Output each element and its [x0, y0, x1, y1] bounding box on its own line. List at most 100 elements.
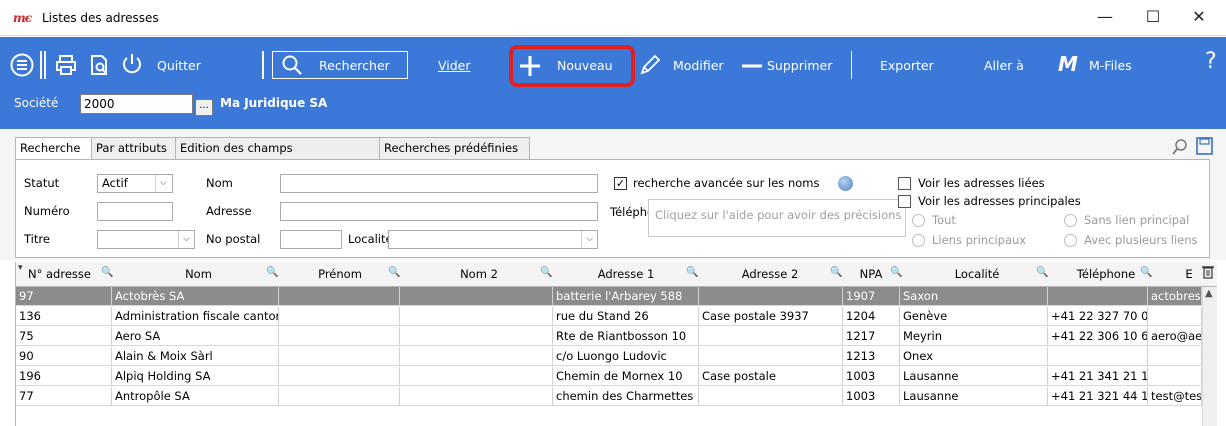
- cell-npa[interactable]: 1213: [843, 347, 900, 366]
- cell-prenom[interactable]: [279, 307, 400, 326]
- filter-icon[interactable]: 🔍: [686, 267, 698, 278]
- cell-nom2[interactable]: [400, 347, 553, 366]
- tab-recherche[interactable]: Recherche: [15, 137, 92, 160]
- localite-select[interactable]: [388, 230, 598, 249]
- cell-email[interactable]: aero@ae: [1148, 327, 1202, 346]
- cell-prenom[interactable]: [279, 287, 400, 306]
- cell-email[interactable]: [1148, 367, 1202, 386]
- cell-adresse2[interactable]: [699, 387, 843, 406]
- cell-adresse2[interactable]: [699, 287, 843, 306]
- radio-no-main-link[interactable]: [1064, 214, 1077, 227]
- zoom-icon[interactable]: [1172, 138, 1188, 159]
- cell-numero[interactable]: 136: [16, 307, 112, 326]
- chevron-down-icon[interactable]: ⌵: [581, 231, 597, 248]
- clear-button[interactable]: Vider: [438, 58, 471, 73]
- tab-edition-champs[interactable]: Edition des champs personnalisés: [175, 137, 380, 175]
- cell-email[interactable]: test@tes: [1148, 387, 1202, 406]
- cell-nom[interactable]: Alpiq Holding SA: [112, 367, 279, 386]
- table-row[interactable]: 75 Aero SA Rte de Riantbosson 10 1217 Meyrin…: [16, 327, 1202, 346]
- filter-icon[interactable]: 🔍: [890, 267, 902, 278]
- table-row[interactable]: 136 Administration fiscale cantor rue du S…: [16, 307, 1202, 326]
- cell-numero[interactable]: 90: [16, 347, 112, 366]
- radio-all[interactable]: [912, 214, 925, 227]
- mfiles-logo-icon[interactable]: M: [1058, 52, 1078, 76]
- sort-icon[interactable]: ▾: [18, 263, 23, 273]
- filter-icon[interactable]: 🔍: [830, 267, 842, 278]
- cell-numero[interactable]: 97: [16, 287, 112, 306]
- goto-button[interactable]: Aller à: [984, 58, 1024, 73]
- nopostal-input[interactable]: [280, 230, 342, 249]
- help-icon[interactable]: [838, 176, 853, 191]
- menu-icon[interactable]: [10, 53, 34, 77]
- cell-localite[interactable]: Onex: [900, 347, 1048, 366]
- cell-localite[interactable]: Saxon: [900, 287, 1048, 306]
- col-header-adresse2[interactable]: Adresse 2: [702, 262, 838, 286]
- filter-icon[interactable]: 🔍: [266, 267, 278, 278]
- cell-telephone[interactable]: +41 21 321 44 1: [1048, 387, 1148, 406]
- mfiles-button[interactable]: M-Files: [1089, 58, 1132, 73]
- cell-adresse1[interactable]: Rte de Riantbosson 10: [553, 327, 699, 346]
- cell-adresse1[interactable]: chemin des Charmettes !: [553, 387, 699, 406]
- search-button-box[interactable]: Rechercher: [272, 51, 408, 79]
- cell-localite[interactable]: Genève: [900, 307, 1048, 326]
- cell-prenom[interactable]: [279, 327, 400, 346]
- cell-nom2[interactable]: [400, 367, 553, 386]
- cell-adresse1[interactable]: rue du Stand 26: [553, 307, 699, 326]
- filter-icon[interactable]: 🔍: [1036, 267, 1048, 278]
- cell-numero[interactable]: 75: [16, 327, 112, 346]
- cell-nom[interactable]: Actobrès SA: [112, 287, 279, 306]
- trash-icon[interactable]: [1202, 265, 1214, 282]
- cell-nom2[interactable]: [400, 307, 553, 326]
- save-icon[interactable]: [1196, 137, 1213, 158]
- cell-nom[interactable]: Alain & Moix Sàrl: [112, 347, 279, 366]
- col-header-prenom[interactable]: Prénom: [284, 262, 396, 286]
- cell-adresse2[interactable]: [699, 347, 843, 366]
- cell-prenom[interactable]: [279, 367, 400, 386]
- cell-npa[interactable]: 1003: [843, 367, 900, 386]
- help-button[interactable]: ?: [1205, 49, 1217, 74]
- cell-adresse1[interactable]: c/o Luongo Ludovic: [553, 347, 699, 366]
- cell-nom2[interactable]: [400, 387, 553, 406]
- cell-adresse2[interactable]: Case postale 3937: [699, 307, 843, 326]
- quit-button[interactable]: Quitter: [157, 58, 201, 73]
- filter-icon[interactable]: 🔍: [388, 267, 400, 278]
- close-button[interactable]: ✕: [1176, 6, 1222, 30]
- cell-localite[interactable]: Lausanne: [900, 367, 1048, 386]
- cell-prenom[interactable]: [279, 387, 400, 406]
- cell-adresse2[interactable]: Case postale: [699, 367, 843, 386]
- col-header-numero[interactable]: N° adresse: [28, 262, 108, 286]
- table-row[interactable]: 77 Antropôle SA chemin des Charmettes ! 100…: [16, 387, 1202, 406]
- cell-nom[interactable]: Administration fiscale cantor: [112, 307, 279, 326]
- print-preview-icon[interactable]: [87, 53, 111, 77]
- chevron-down-icon[interactable]: ⌵: [155, 175, 171, 192]
- cell-npa[interactable]: 1204: [843, 307, 900, 326]
- nom-input[interactable]: [280, 174, 598, 193]
- filter-icon[interactable]: 🔍: [540, 267, 552, 278]
- col-header-nom[interactable]: Nom: [116, 262, 281, 286]
- cell-npa[interactable]: 1907: [843, 287, 900, 306]
- cell-adresse1[interactable]: batterie l'Arbarey 588: [553, 287, 699, 306]
- cell-npa[interactable]: 1217: [843, 327, 900, 346]
- company-lookup-button[interactable]: ...: [195, 99, 213, 116]
- company-input[interactable]: 2000: [80, 94, 193, 114]
- cell-nom2[interactable]: [400, 327, 553, 346]
- tab-recherches-predefinies[interactable]: Recherches prédéfinies: [379, 137, 530, 159]
- cell-adresse2[interactable]: [699, 327, 843, 346]
- table-row[interactable]: 90 Alain & Moix Sàrl c/o Luongo Ludovic 121…: [16, 347, 1202, 366]
- export-button[interactable]: Exporter: [880, 58, 934, 73]
- cell-npa[interactable]: 1003: [843, 387, 900, 406]
- cell-localite[interactable]: Meyrin: [900, 327, 1048, 346]
- col-header-npa[interactable]: NPA: [846, 262, 896, 286]
- main-addresses-checkbox[interactable]: [898, 195, 911, 208]
- power-icon[interactable]: [120, 52, 144, 76]
- cell-nom[interactable]: Aero SA: [112, 327, 279, 346]
- cell-numero[interactable]: 77: [16, 387, 112, 406]
- cell-nom[interactable]: Antropôle SA: [112, 387, 279, 406]
- cell-telephone[interactable]: +41 21 341 21 1: [1048, 367, 1148, 386]
- delete-button[interactable]: Supprimer: [767, 58, 832, 73]
- col-header-adresse1[interactable]: Adresse 1: [556, 262, 696, 286]
- chevron-down-icon[interactable]: ⌵: [178, 231, 194, 248]
- pencil-icon[interactable]: [638, 53, 662, 77]
- cell-numero[interactable]: 196: [16, 367, 112, 386]
- cell-email[interactable]: actobres: [1148, 287, 1202, 306]
